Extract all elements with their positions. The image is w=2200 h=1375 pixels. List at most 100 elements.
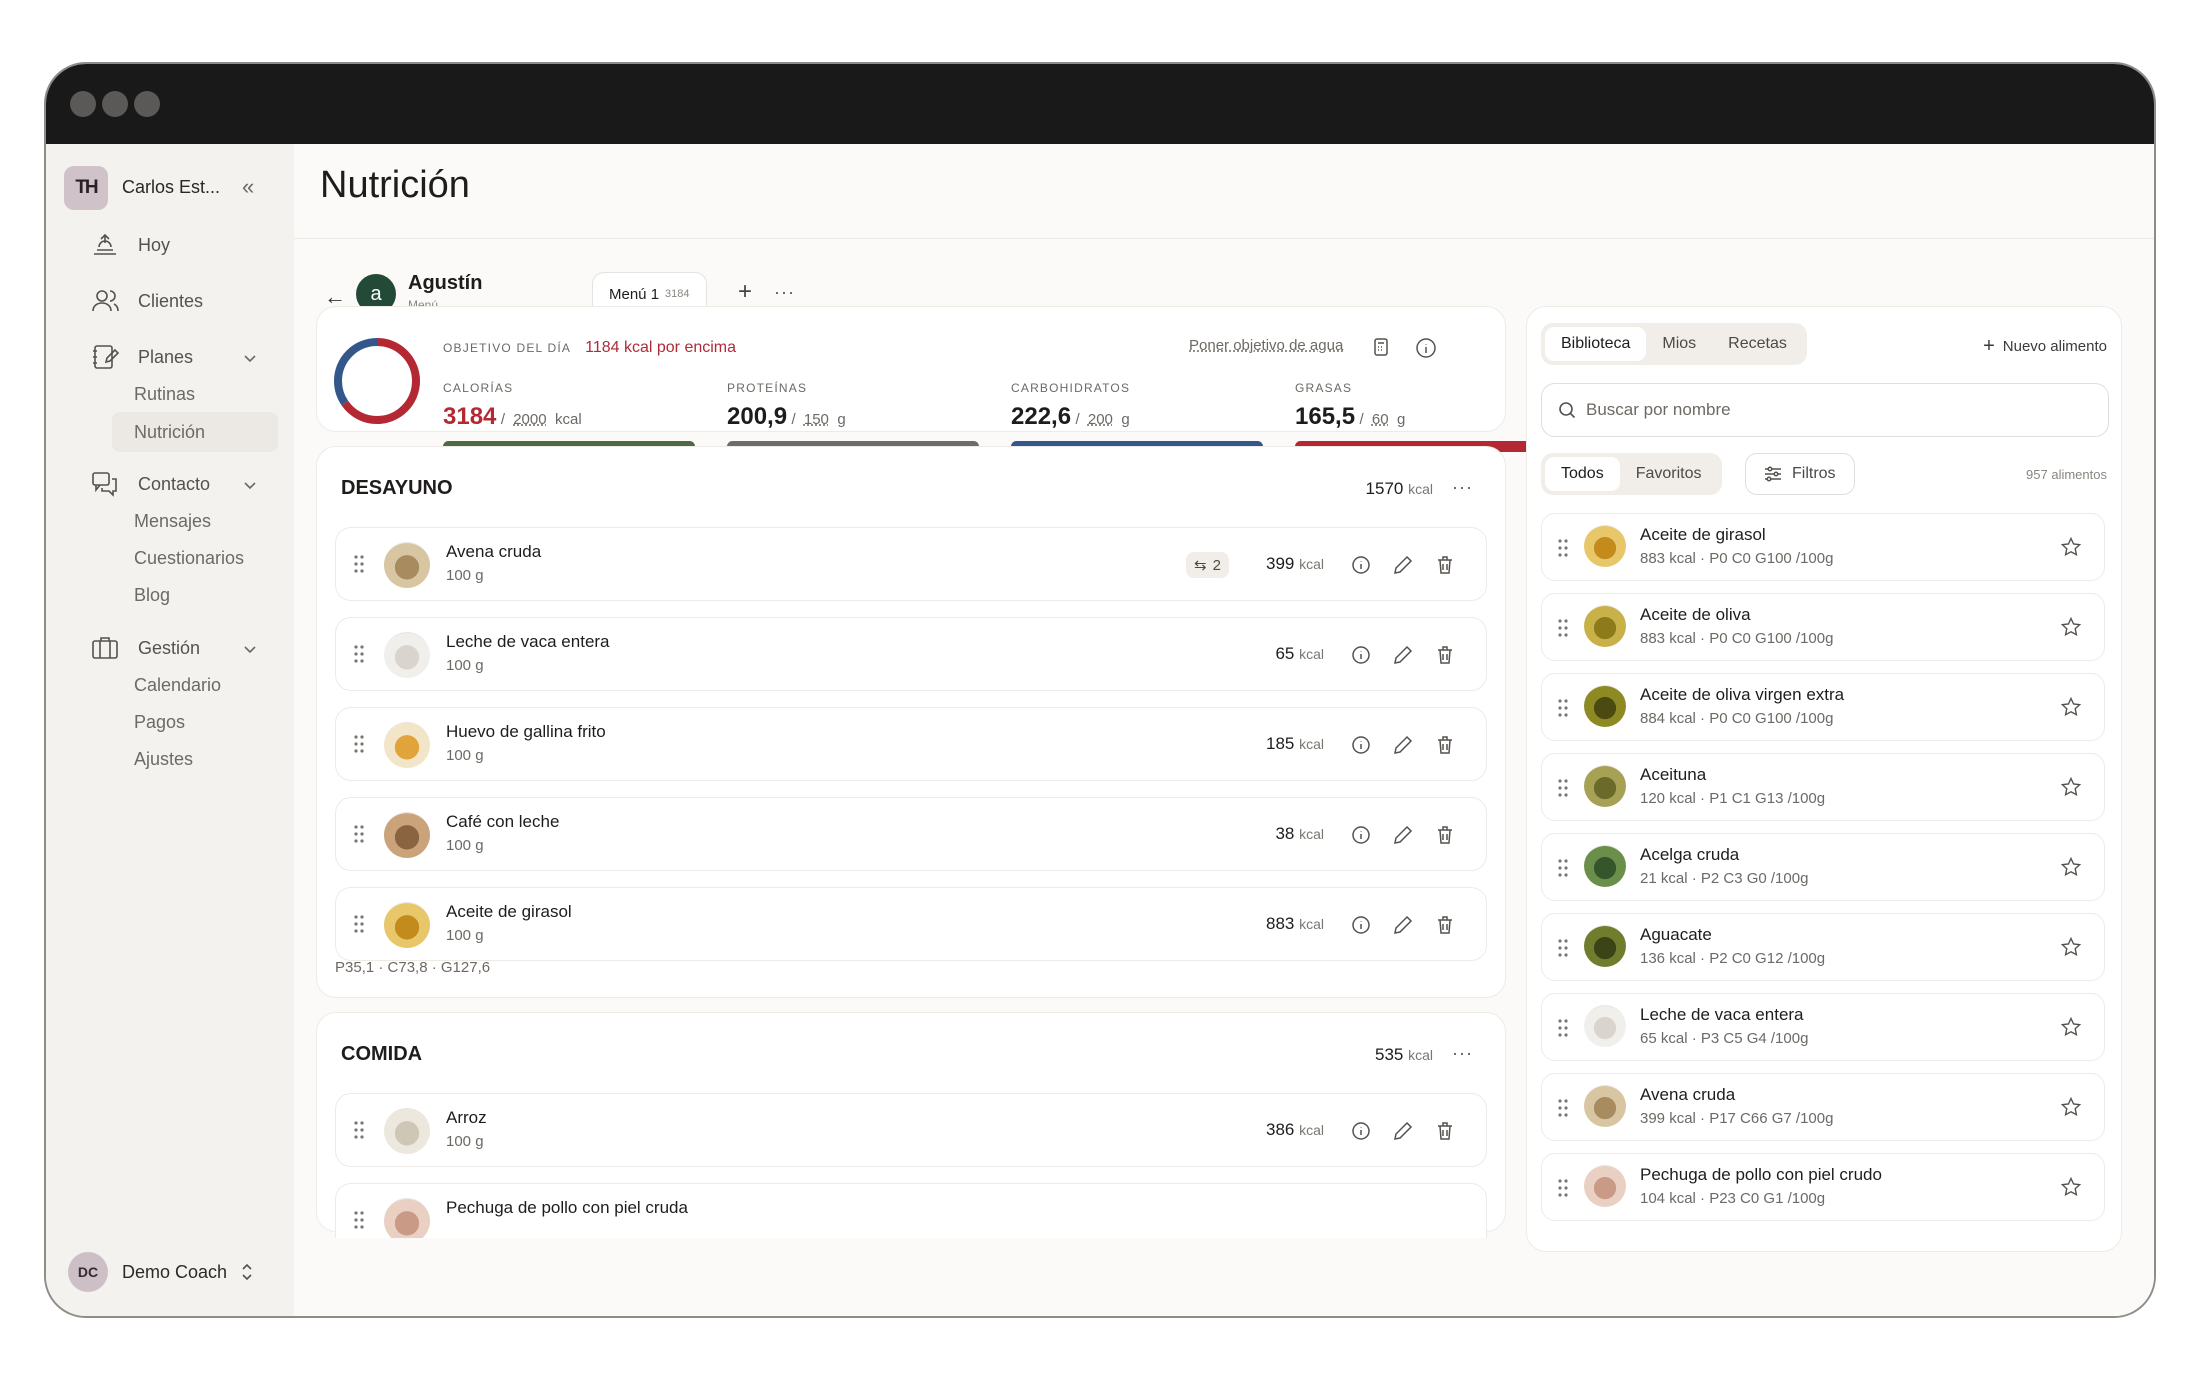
drag-handle-icon[interactable] xyxy=(354,644,364,664)
library-item[interactable]: Avena cruda 399 kcal · P17 C66 G7 /100g xyxy=(1541,1073,2105,1141)
food-row[interactable]: Huevo de gallina frito 100 g 185 kcal xyxy=(335,707,1487,781)
food-row[interactable]: Arroz 100 g 386 kcal xyxy=(335,1093,1487,1167)
library-item[interactable]: Pechuga de pollo con piel crudo 104 kcal… xyxy=(1541,1153,2105,1221)
drag-handle-icon[interactable] xyxy=(1558,938,1568,958)
library-item[interactable]: Leche de vaca entera 65 kcal · P3 C5 G4 … xyxy=(1541,993,2105,1061)
minimize-window-button[interactable] xyxy=(102,91,128,117)
trash-icon[interactable] xyxy=(1434,554,1456,576)
sidebar-item-clientes[interactable]: Clientes xyxy=(90,286,203,316)
star-icon[interactable] xyxy=(2060,936,2082,958)
sidebar-item-pagos[interactable]: Pagos xyxy=(134,712,185,733)
star-icon[interactable] xyxy=(2060,696,2082,718)
info-icon[interactable] xyxy=(1350,824,1372,846)
sidebar-item-nutricion[interactable]: Nutrición xyxy=(112,412,278,452)
library-item[interactable]: Aceite de girasol 883 kcal · P0 C0 G100 … xyxy=(1541,513,2105,581)
library-item[interactable]: Acelga cruda 21 kcal · P2 C3 G0 /100g xyxy=(1541,833,2105,901)
drag-handle-icon[interactable] xyxy=(1558,618,1568,638)
drag-handle-icon[interactable] xyxy=(354,554,364,574)
more-icon[interactable]: ··· xyxy=(774,282,795,303)
drag-handle-icon[interactable] xyxy=(1558,698,1568,718)
trash-icon[interactable] xyxy=(1434,644,1456,666)
edit-pencil-icon[interactable] xyxy=(1392,734,1414,756)
calculator-icon[interactable] xyxy=(1371,337,1391,357)
star-icon[interactable] xyxy=(2060,776,2082,798)
sidebar-item-ajustes[interactable]: Ajustes xyxy=(134,749,193,770)
macro-target[interactable]: 150 xyxy=(804,411,829,428)
sidebar-item-planes[interactable]: Planes xyxy=(90,342,193,372)
trash-icon[interactable] xyxy=(1434,824,1456,846)
food-row[interactable]: Leche de vaca entera 100 g 65 kcal xyxy=(335,617,1487,691)
trash-icon[interactable] xyxy=(1434,914,1456,936)
star-icon[interactable] xyxy=(2060,856,2082,878)
sidebar-item-rutinas[interactable]: Rutinas xyxy=(134,384,195,405)
user-menu[interactable]: DC Demo Coach xyxy=(68,1252,255,1292)
drag-handle-icon[interactable] xyxy=(354,1210,364,1230)
macro-target[interactable]: 60 xyxy=(1372,411,1389,428)
workspace-logo[interactable]: TH xyxy=(64,166,108,210)
food-row[interactable]: Avena cruda 100 g 399 kcal ⇆ 2 xyxy=(335,527,1487,601)
drag-handle-icon[interactable] xyxy=(1558,858,1568,878)
star-icon[interactable] xyxy=(2060,616,2082,638)
chevron-down-icon[interactable] xyxy=(242,477,258,493)
drag-handle-icon[interactable] xyxy=(1558,1018,1568,1038)
edit-pencil-icon[interactable] xyxy=(1392,914,1414,936)
maximize-window-button[interactable] xyxy=(134,91,160,117)
filters-button[interactable]: Filtros xyxy=(1745,453,1855,495)
drag-handle-icon[interactable] xyxy=(354,734,364,754)
sidebar-item-contacto[interactable]: Contacto xyxy=(90,469,210,499)
chevron-down-icon[interactable] xyxy=(242,641,258,657)
library-item[interactable]: Aguacate 136 kcal · P2 C0 G12 /100g xyxy=(1541,913,2105,981)
edit-pencil-icon[interactable] xyxy=(1392,824,1414,846)
sidebar-item-mensajes[interactable]: Mensajes xyxy=(134,511,211,532)
trash-icon[interactable] xyxy=(1434,734,1456,756)
macro-target[interactable]: 2000 xyxy=(513,411,546,428)
close-window-button[interactable] xyxy=(70,91,96,117)
info-icon[interactable] xyxy=(1350,554,1372,576)
star-icon[interactable] xyxy=(2060,1016,2082,1038)
info-icon[interactable] xyxy=(1350,1120,1372,1142)
collapse-sidebar-icon[interactable]: « xyxy=(242,174,254,200)
add-menu-icon[interactable]: + xyxy=(738,278,752,306)
library-item[interactable]: Aceite de oliva virgen extra 884 kcal · … xyxy=(1541,673,2105,741)
edit-pencil-icon[interactable] xyxy=(1392,1120,1414,1142)
star-icon[interactable] xyxy=(2060,1176,2082,1198)
sidebar-item-gestion[interactable]: Gestión xyxy=(90,633,200,663)
sidebar-item-cuestionarios[interactable]: Cuestionarios xyxy=(134,548,244,569)
info-icon[interactable] xyxy=(1350,914,1372,936)
chevron-down-icon[interactable] xyxy=(242,350,258,366)
drag-handle-icon[interactable] xyxy=(1558,538,1568,558)
edit-pencil-icon[interactable] xyxy=(1392,554,1414,576)
trash-icon[interactable] xyxy=(1434,1120,1456,1142)
drag-handle-icon[interactable] xyxy=(1558,778,1568,798)
workspace-name[interactable]: Carlos Est... xyxy=(122,177,220,198)
tab-mios[interactable]: Mios xyxy=(1646,327,1712,361)
meal-more-icon[interactable]: ··· xyxy=(1452,477,1473,498)
filter-favoritos[interactable]: Favoritos xyxy=(1620,457,1718,491)
info-icon[interactable] xyxy=(1350,734,1372,756)
info-icon[interactable] xyxy=(1350,644,1372,666)
drag-handle-icon[interactable] xyxy=(1558,1098,1568,1118)
sidebar-item-hoy[interactable]: Hoy xyxy=(90,230,170,260)
drag-handle-icon[interactable] xyxy=(354,824,364,844)
tab-biblioteca[interactable]: Biblioteca xyxy=(1545,327,1647,361)
info-icon[interactable] xyxy=(1415,337,1437,359)
tab-recetas[interactable]: Recetas xyxy=(1712,327,1803,361)
swap-badge[interactable]: ⇆ 2 xyxy=(1186,552,1229,578)
drag-handle-icon[interactable] xyxy=(1558,1178,1568,1198)
edit-pencil-icon[interactable] xyxy=(1392,644,1414,666)
food-row[interactable]: Aceite de girasol 100 g 883 kcal xyxy=(335,887,1487,961)
drag-handle-icon[interactable] xyxy=(354,1120,364,1140)
new-food-button[interactable]: + Nuevo alimento xyxy=(1983,335,2107,358)
sidebar-item-calendario[interactable]: Calendario xyxy=(134,675,221,696)
filter-todos[interactable]: Todos xyxy=(1545,457,1620,491)
library-item[interactable]: Aceite de oliva 883 kcal · P0 C0 G100 /1… xyxy=(1541,593,2105,661)
food-row[interactable]: Café con leche 100 g 38 kcal xyxy=(335,797,1487,871)
drag-handle-icon[interactable] xyxy=(354,914,364,934)
star-icon[interactable] xyxy=(2060,536,2082,558)
macro-target[interactable]: 200 xyxy=(1088,411,1113,428)
water-goal-link[interactable]: Poner objetivo de agua xyxy=(1189,337,1343,354)
search-input[interactable]: Buscar por nombre xyxy=(1541,383,2109,437)
sidebar-item-blog[interactable]: Blog xyxy=(134,585,170,606)
meal-more-icon[interactable]: ··· xyxy=(1452,1043,1473,1064)
library-item[interactable]: Aceituna 120 kcal · P1 C1 G13 /100g xyxy=(1541,753,2105,821)
